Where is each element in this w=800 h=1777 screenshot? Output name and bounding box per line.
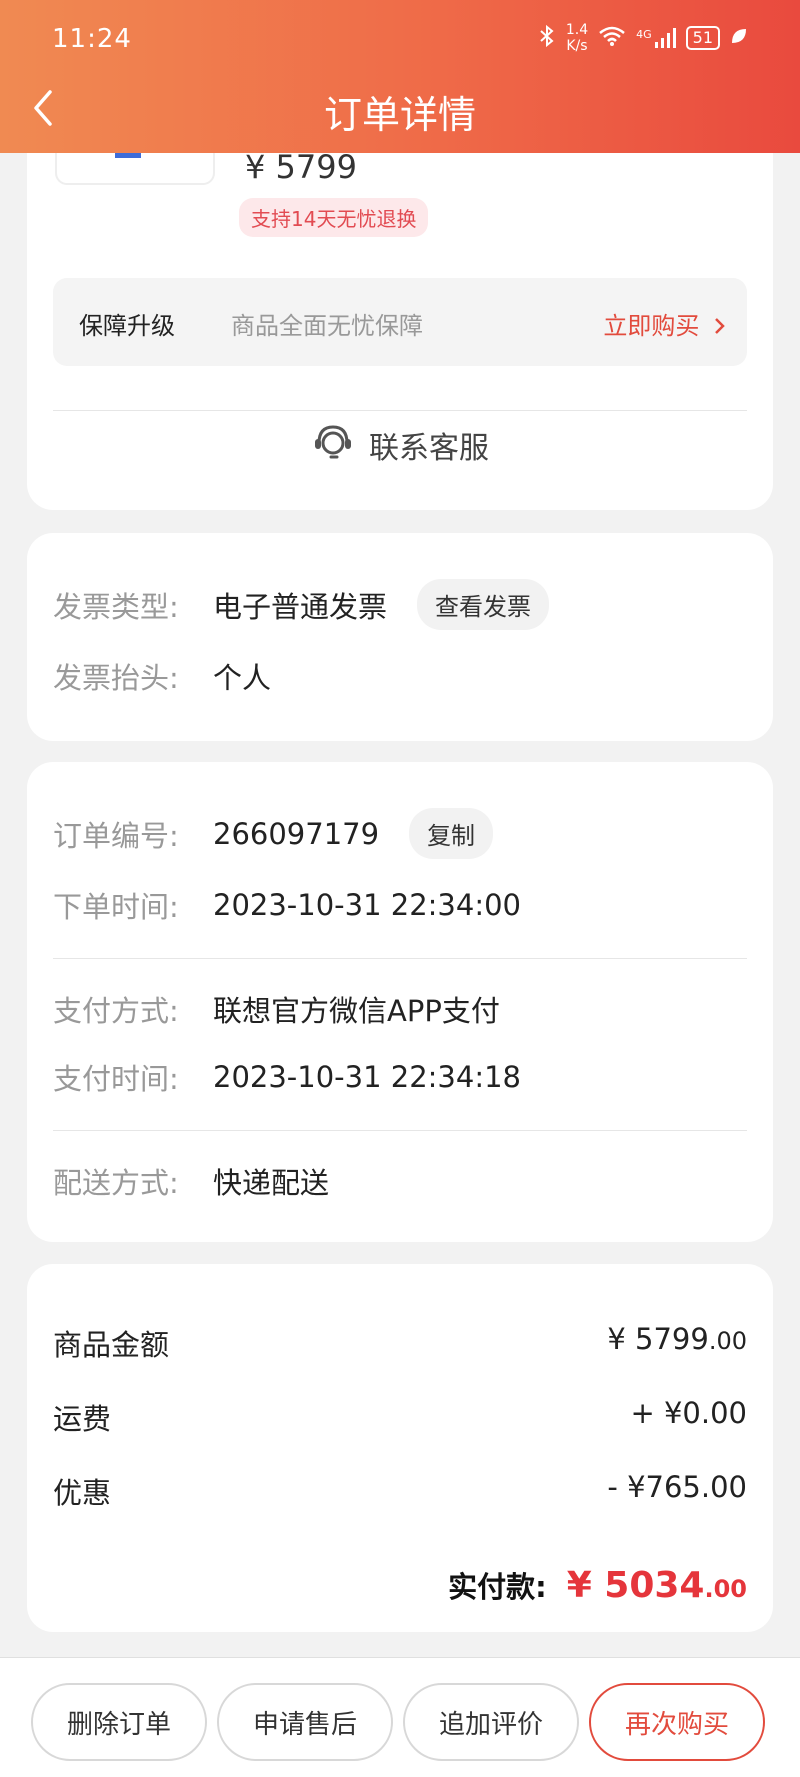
signal-icon: 4G [636, 28, 676, 48]
add-review-button[interactable]: 追加评价 [403, 1683, 579, 1761]
invoice-card: 发票类型: 电子普通发票 查看发票 发票抬头: 个人 [27, 533, 773, 741]
payment-method-value: 联想官方微信APP支付 [213, 994, 500, 1028]
discount-value: - ¥765.00 [607, 1470, 747, 1504]
battery-indicator: 51 [685, 26, 720, 50]
product-price: ¥ 5799 [245, 148, 357, 186]
shipping-label: 运费 [53, 1402, 112, 1436]
goods-amount-row: 商品金额 ¥ 5799.00 [53, 1322, 747, 1364]
payment-time-row: 支付时间: 2023-10-31 22:34:18 [53, 1056, 521, 1098]
goods-amount-label: 商品金额 [53, 1328, 170, 1362]
invoice-header-row: 发票抬头: 个人 [53, 655, 271, 697]
order-number-label: 订单编号: [53, 818, 179, 853]
product-card: ¥ 5799 支持14天无忧退换 保障升级 商品全面无忧保障 立即购买 联系客服 [27, 110, 773, 510]
discount-label: 优惠 [53, 1476, 112, 1510]
total-paid-label: 实付款: [448, 1570, 547, 1604]
chevron-right-icon [707, 312, 727, 340]
rebuy-button[interactable]: 再次购买 [589, 1683, 765, 1761]
delivery-method-value: 快递配送 [213, 1166, 330, 1200]
invoice-type-label: 发票类型: [53, 589, 179, 624]
order-info-card: 订单编号: 266097179 复制 下单时间: 2023-10-31 22:3… [27, 762, 773, 1242]
order-number-value: 266097179 [213, 816, 380, 851]
contact-service-button[interactable]: 联系客服 [27, 410, 773, 480]
order-time-value: 2023-10-31 22:34:00 [213, 888, 521, 922]
return-badge: 支持14天无忧退换 [239, 198, 429, 237]
discount-row: 优惠 - ¥765.00 [53, 1470, 747, 1512]
invoice-type-value: 电子普通发票 [213, 589, 388, 624]
copy-button[interactable]: 复制 [409, 808, 494, 859]
invoice-type-row: 发票类型: 电子普通发票 查看发票 [53, 579, 550, 630]
delete-order-button[interactable]: 删除订单 [31, 1683, 207, 1761]
goods-amount-value: ¥ 5799.00 [607, 1322, 747, 1356]
bottom-action-bar: 删除订单 申请售后 追加评价 再次购买 [0, 1657, 800, 1777]
payment-time-label: 支付时间: [53, 1062, 179, 1096]
shipping-row: 运费 + ¥0.00 [53, 1396, 747, 1438]
divider [53, 1130, 747, 1131]
title-bar: 订单详情 [0, 78, 800, 138]
net-speed: 1.4 K/s [565, 22, 589, 54]
total-paid-value: ¥ 5034.00 [566, 1565, 747, 1606]
app-header: 11:24 1.4 K/s 4G 51 订单详情 [0, 0, 800, 153]
after-sale-button[interactable]: 申请售后 [217, 1683, 393, 1761]
guarantee-upgrade-banner[interactable]: 保障升级 商品全面无忧保障 立即购买 [53, 278, 747, 366]
order-time-label: 下单时间: [53, 890, 179, 924]
guarantee-label: 保障升级 [79, 312, 175, 340]
leaf-icon [730, 27, 748, 50]
headset-icon [311, 419, 355, 471]
order-number-row: 订单编号: 266097179 复制 [53, 808, 494, 859]
status-bar: 11:24 1.4 K/s 4G 51 [0, 20, 800, 60]
order-time-row: 下单时间: 2023-10-31 22:34:00 [53, 884, 521, 926]
guarantee-description: 商品全面无忧保障 [231, 312, 423, 340]
price-summary-card: 商品金额 ¥ 5799.00 运费 + ¥0.00 优惠 - ¥765.00 实… [27, 1264, 773, 1632]
payment-time-value: 2023-10-31 22:34:18 [213, 1060, 521, 1094]
page-title: 订单详情 [323, 93, 476, 137]
bluetooth-icon [538, 24, 556, 53]
buy-now-label: 立即购买 [603, 312, 700, 340]
status-icons: 1.4 K/s 4G 51 [538, 22, 748, 54]
buy-now-link[interactable]: 立即购买 [603, 306, 727, 341]
total-paid: 实付款: ¥ 5034.00 [448, 1564, 747, 1606]
payment-method-label: 支付方式: [53, 994, 179, 1028]
payment-method-row: 支付方式: 联想官方微信APP支付 [53, 988, 500, 1030]
contact-service-label: 联系客服 [369, 431, 489, 466]
delivery-method-label: 配送方式: [53, 1166, 179, 1200]
view-invoice-button[interactable]: 查看发票 [417, 579, 550, 630]
shipping-value: + ¥0.00 [630, 1396, 747, 1430]
delivery-method-row: 配送方式: 快递配送 [53, 1160, 329, 1202]
invoice-header-value: 个人 [213, 661, 272, 695]
wifi-icon [598, 25, 626, 52]
divider [53, 958, 747, 959]
invoice-header-label: 发票抬头: [53, 661, 179, 695]
status-time: 11:24 [52, 24, 132, 54]
